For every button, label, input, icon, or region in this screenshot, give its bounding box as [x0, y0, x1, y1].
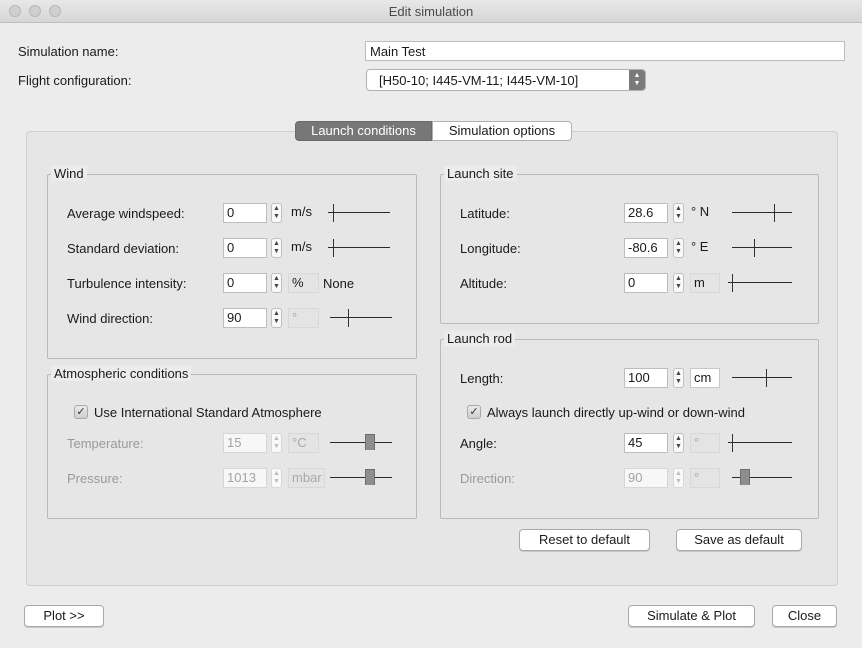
standard-deviation-input[interactable]: 0 — [223, 238, 267, 258]
temperature-label: Temperature: — [67, 436, 144, 451]
average-windspeed-input[interactable]: 0 — [223, 203, 267, 223]
pressure-stepper[interactable]: ▲ ▼ — [271, 468, 282, 488]
longitude-unit: ° E — [691, 239, 709, 254]
latitude-slider[interactable] — [732, 202, 794, 224]
longitude-stepper[interactable]: ▲ ▼ — [673, 238, 684, 258]
pressure-slider[interactable] — [330, 467, 392, 489]
rod-direction-label: Direction: — [460, 471, 515, 486]
latitude-stepper[interactable]: ▲ ▼ — [673, 203, 684, 223]
turbulence-intensity-input[interactable]: 0 — [223, 273, 267, 293]
wind-direction-label: Wind direction: — [67, 311, 153, 326]
altitude-unit[interactable]: m — [690, 273, 720, 293]
average-windspeed-label: Average windspeed: — [67, 206, 185, 221]
tab-launch-conditions[interactable]: Launch conditions — [295, 121, 432, 141]
turbulence-intensity-unit: % — [288, 273, 319, 293]
plot-button[interactable]: Plot >> — [24, 605, 104, 627]
flight-configuration-value: [H50-10; I445-VM-11; I445-VM-10] — [379, 73, 579, 88]
turbulence-intensity-description: None — [323, 276, 355, 291]
wind-direction-slider[interactable] — [330, 307, 392, 329]
rod-direction-stepper[interactable]: ▲ ▼ — [673, 468, 684, 488]
title-bar: Edit simulation — [0, 0, 862, 23]
pressure-unit: mbar — [288, 468, 325, 488]
rod-length-label: Length: — [460, 371, 504, 386]
launch-into-wind-checkbox[interactable]: ✓ — [467, 405, 481, 419]
altitude-input[interactable]: 0 — [624, 273, 668, 293]
latitude-input[interactable]: 28.6 — [624, 203, 668, 223]
save-as-default-button[interactable]: Save as default — [676, 529, 802, 551]
reset-to-default-button[interactable]: Reset to default — [519, 529, 650, 551]
rod-angle-unit: ° — [690, 433, 720, 453]
tab-launch-conditions-label: Launch conditions — [311, 123, 416, 138]
rod-angle-label: Angle: — [460, 436, 497, 451]
longitude-label: Longitude: — [460, 241, 521, 256]
rod-length-slider[interactable] — [732, 367, 794, 389]
rod-direction-input[interactable]: 90 — [624, 468, 668, 488]
launch-rod-group — [440, 339, 819, 519]
average-windspeed-unit[interactable]: m/s — [288, 203, 315, 223]
temperature-input[interactable]: 15 — [223, 433, 267, 453]
flight-configuration-label: Flight configuration: — [18, 73, 132, 88]
rod-direction-unit: ° — [690, 468, 720, 488]
wind-direction-input[interactable]: 90 — [223, 308, 267, 328]
wind-group-title: Wind — [51, 166, 87, 181]
standard-deviation-label: Standard deviation: — [67, 241, 180, 256]
rod-length-unit[interactable]: cm — [690, 368, 720, 388]
launch-site-title: Launch site — [444, 166, 517, 181]
use-isa-label: Use International Standard Atmosphere — [94, 405, 322, 420]
standard-deviation-slider[interactable] — [328, 237, 390, 259]
turbulence-intensity-label: Turbulence intensity: — [67, 276, 187, 291]
rod-length-input[interactable]: 100 — [624, 368, 668, 388]
use-isa-checkbox[interactable]: ✓ — [74, 405, 88, 419]
rod-angle-slider[interactable] — [728, 432, 792, 454]
temperature-stepper[interactable]: ▲ ▼ — [271, 433, 282, 453]
average-windspeed-stepper[interactable]: ▲ ▼ — [271, 203, 282, 223]
simulation-name-label: Simulation name: — [18, 44, 119, 59]
rod-direction-slider[interactable] — [732, 467, 794, 489]
latitude-label: Latitude: — [460, 206, 510, 221]
simulate-and-plot-button[interactable]: Simulate & Plot — [628, 605, 755, 627]
pressure-input[interactable]: 1013 — [223, 468, 267, 488]
temperature-unit: °C — [288, 433, 319, 453]
average-windspeed-slider[interactable] — [328, 202, 390, 224]
flight-configuration-select[interactable]: [H50-10; I445-VM-11; I445-VM-10] ▲ ▼ — [366, 69, 646, 91]
wind-direction-unit: ° — [288, 308, 319, 328]
pressure-label: Pressure: — [67, 471, 123, 486]
rod-length-stepper[interactable]: ▲ ▼ — [673, 368, 684, 388]
latitude-unit: ° N — [691, 204, 710, 219]
altitude-label: Altitude: — [460, 276, 507, 291]
altitude-slider[interactable] — [728, 272, 792, 294]
standard-deviation-stepper[interactable]: ▲ ▼ — [271, 238, 282, 258]
window-title: Edit simulation — [388, 4, 474, 19]
simulation-name-input[interactable] — [365, 41, 845, 61]
tab-simulation-options[interactable]: Simulation options — [432, 121, 572, 141]
select-chevron-icon: ▲ ▼ — [629, 70, 645, 90]
tab-simulation-options-label: Simulation options — [448, 123, 556, 138]
wind-direction-stepper[interactable]: ▲ ▼ — [271, 308, 282, 328]
turbulence-intensity-stepper[interactable]: ▲ ▼ — [271, 273, 282, 293]
altitude-stepper[interactable]: ▲ ▼ — [673, 273, 684, 293]
longitude-slider[interactable] — [732, 237, 794, 259]
close-button[interactable]: Close — [772, 605, 837, 627]
launch-rod-title: Launch rod — [444, 331, 516, 346]
longitude-input[interactable]: -80.6 — [624, 238, 668, 258]
rod-angle-input[interactable]: 45 — [624, 433, 668, 453]
rod-angle-stepper[interactable]: ▲ ▼ — [673, 433, 684, 453]
standard-deviation-unit[interactable]: m/s — [288, 238, 315, 258]
atmospheric-conditions-title: Atmospheric conditions — [51, 366, 192, 381]
temperature-slider[interactable] — [330, 432, 392, 454]
launch-into-wind-label: Always launch directly up-wind or down-w… — [487, 405, 745, 420]
